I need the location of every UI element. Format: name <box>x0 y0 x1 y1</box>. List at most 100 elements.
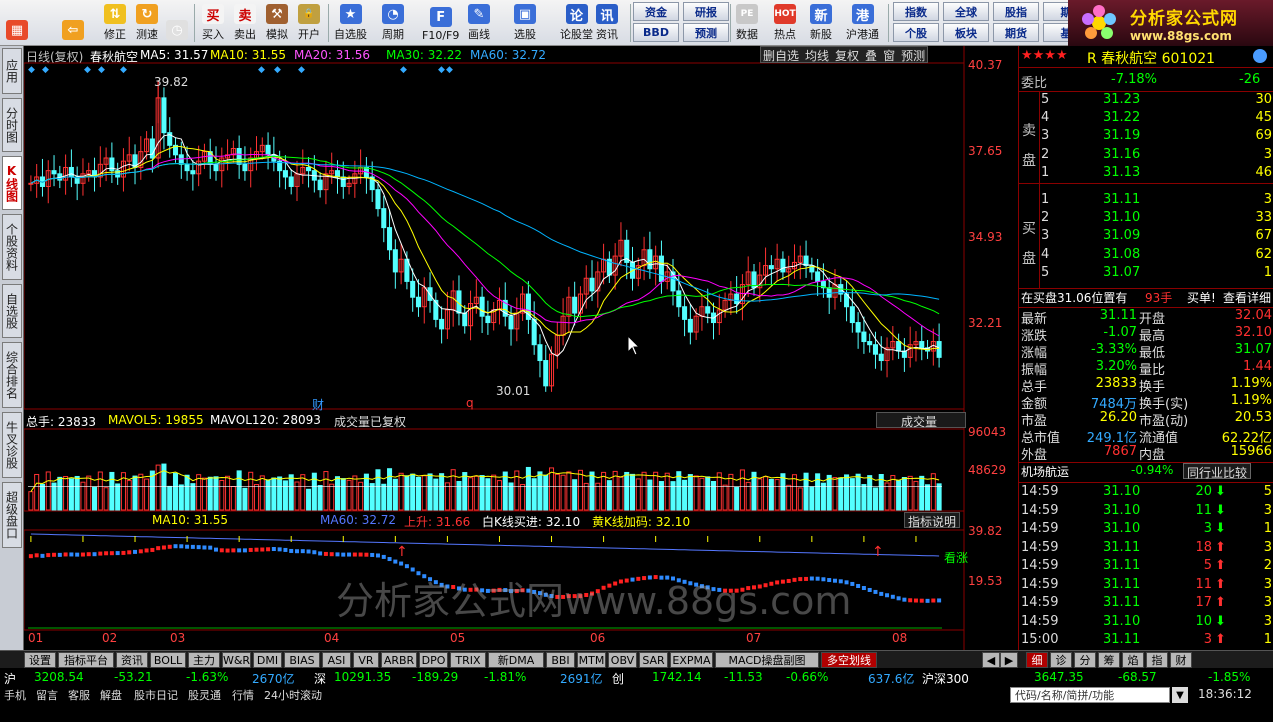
scroll-left-icon[interactable]: ◀ <box>982 652 1000 668</box>
quote-tab[interactable]: 诊 <box>1050 652 1072 668</box>
scroll-right-icon[interactable]: ▶ <box>1000 652 1018 668</box>
stock-button[interactable]: 个股 <box>893 23 939 42</box>
indicator-tab[interactable]: W&R <box>222 652 251 668</box>
indicator-tab[interactable]: ARBR <box>381 652 417 668</box>
bids-row[interactable]: 3 31.09 67 <box>1019 228 1273 246</box>
tab-apps[interactable]: 应用 <box>2 48 22 94</box>
info-circle-icon[interactable] <box>1253 49 1267 63</box>
new-stock-button[interactable]: 新新股 <box>810 2 832 44</box>
buy-button[interactable]: 买买入 <box>202 2 224 44</box>
indicator-tab[interactable]: 多空划线 <box>821 652 877 668</box>
tab-ranking[interactable]: 综合排名 <box>2 342 22 408</box>
bids-row[interactable]: 1 31.11 3 <box>1019 192 1273 210</box>
indicator-tab[interactable]: BBI <box>546 652 575 668</box>
sector-name[interactable]: 机场航运 <box>1021 463 1069 480</box>
hammer-button[interactable]: ⚒ 模拟 <box>266 2 288 44</box>
detail-link[interactable]: 查看详细 <box>1223 289 1271 306</box>
quote-tab[interactable]: 分 <box>1074 652 1096 668</box>
code-search-input[interactable]: 代码/名称/简拼/功能 <box>1010 687 1170 703</box>
asks-row[interactable]: 3 31.19 69 <box>1019 128 1273 146</box>
compare-button[interactable]: 同行业比较 <box>1183 463 1252 480</box>
indicator-tab[interactable]: EXPMA <box>670 652 713 668</box>
data-pe-button[interactable]: PE 数据 <box>736 2 758 44</box>
f10-button[interactable]: F F10/F9 <box>422 2 459 44</box>
windows-button[interactable]: ▦ <box>6 2 28 44</box>
status-link[interactable]: 解盘 <box>100 687 122 703</box>
status-link[interactable]: 手机 <box>4 687 26 703</box>
status-link[interactable]: 股市日记 <box>134 687 178 703</box>
remove-watchlist-button[interactable]: 删自选 <box>763 47 799 63</box>
adjust-button[interactable]: 复权 <box>835 47 859 63</box>
global-button[interactable]: 全球 <box>943 2 989 21</box>
asks-row[interactable]: 4 31.22 45 <box>1019 110 1273 128</box>
tab-diagnosis[interactable]: 牛叉诊股 <box>2 412 22 478</box>
quote-tab[interactable]: 筹 <box>1098 652 1120 668</box>
lock-button[interactable]: 🔒 开户 <box>298 2 320 44</box>
discuss-button[interactable]: 论论股堂 <box>560 2 593 44</box>
quote-tab[interactable]: 焰 <box>1122 652 1144 668</box>
indicator-tab[interactable]: TRIX <box>450 652 486 668</box>
predict-button[interactable]: 预测 <box>901 47 925 63</box>
q-marker[interactable]: q <box>466 396 474 410</box>
kline-chart-area[interactable]: ◆ ◆ ◆ ◆ ◆ ◆ ◆ ◆ ◆ ◆ ◆ ↑ ↑ 日线(复权) 春秋航空 MA5: 31.57 MA1… <box>24 46 1018 650</box>
indicator-tab[interactable]: 资讯 <box>116 652 148 668</box>
bids-row[interactable]: 4 31.08 62 <box>1019 247 1273 265</box>
research-button[interactable]: 研报 <box>683 2 729 21</box>
status-link[interactable]: 留言 <box>36 687 58 703</box>
index-button[interactable]: 指数 <box>893 2 939 21</box>
news-button[interactable]: 讯资讯 <box>596 2 618 44</box>
bids-row[interactable]: 5 31.07 1 <box>1019 265 1273 283</box>
tab-watchlist[interactable]: 自选股 <box>2 284 22 338</box>
forecast-button[interactable]: 预测 <box>683 23 729 42</box>
back-arrow-button[interactable]: ⇦ <box>62 2 84 44</box>
indicator-tab[interactable]: OBV <box>608 652 637 668</box>
hk-connect-button[interactable]: 港沪港通 <box>846 2 879 44</box>
period-clock-button[interactable]: ◔ 周期 <box>382 2 404 44</box>
quote-tab[interactable]: 财 <box>1170 652 1192 668</box>
indicator-tab[interactable]: MACD操盘副图 <box>715 652 819 668</box>
indicator-tab[interactable]: SAR <box>639 652 668 668</box>
ma-button[interactable]: 均线 <box>805 47 829 63</box>
screen-button[interactable]: ▣ 选股 <box>514 2 536 44</box>
bbd-button[interactable]: BBD <box>633 23 679 42</box>
quote-tab[interactable]: 指 <box>1146 652 1168 668</box>
indicator-tab[interactable]: 指标平台 <box>58 652 114 668</box>
index-futures-button[interactable]: 股指 <box>993 2 1039 21</box>
clock-button[interactable]: ◷ <box>166 2 188 44</box>
hot-button[interactable]: HOT 热点 <box>774 2 796 44</box>
indicator-dropdown[interactable]: 成交量 <box>876 412 966 429</box>
fund-button[interactable]: 资金 <box>633 2 679 21</box>
tab-kline[interactable]: K线图 <box>2 156 22 210</box>
indicator-tab[interactable]: 主力 <box>188 652 220 668</box>
indicator-explain-button[interactable]: 指标说明 <box>904 512 961 529</box>
overlay-button[interactable]: 叠 <box>865 47 877 63</box>
bids-row[interactable]: 2 31.10 33 <box>1019 210 1273 228</box>
indicator-tab[interactable]: 新DMA <box>488 652 544 668</box>
window-button[interactable]: 窗 <box>883 47 895 63</box>
tab-profile[interactable]: 个股资料 <box>2 214 22 280</box>
pen-button[interactable]: ✎ 画线 <box>468 2 490 44</box>
indicator-tab[interactable]: MTM <box>577 652 606 668</box>
star-folder-button[interactable]: ★ 自选股 <box>334 2 367 44</box>
quote-tab[interactable]: 细 <box>1026 652 1048 668</box>
status-link[interactable]: 24小时滚动 <box>264 687 322 703</box>
indicator-tab[interactable]: BIAS <box>284 652 320 668</box>
indicator-tab[interactable]: DPO <box>419 652 448 668</box>
indicator-tab[interactable]: BOLL <box>150 652 186 668</box>
asks-row[interactable]: 1 31.13 46 <box>1019 165 1273 183</box>
asks-row[interactable]: 2 31.16 3 <box>1019 147 1273 165</box>
sector-button[interactable]: 板块 <box>943 23 989 42</box>
tab-super-orderbook[interactable]: 超级盘口 <box>2 482 22 548</box>
indicator-tab[interactable]: ASI <box>322 652 351 668</box>
refresh-button[interactable]: ↻ 测速 <box>136 2 158 44</box>
indicator-tab[interactable]: 设置 <box>24 652 56 668</box>
search-dropdown-icon[interactable]: ▼ <box>1172 687 1188 703</box>
status-link[interactable]: 行情 <box>232 687 254 703</box>
sell-button[interactable]: 卖卖出 <box>234 2 256 44</box>
asks-row[interactable]: 5 31.23 30 <box>1019 92 1273 110</box>
status-link[interactable]: 客服 <box>68 687 90 703</box>
status-link[interactable]: 股灵通 <box>188 687 221 703</box>
indicator-tab[interactable]: DMI <box>253 652 282 668</box>
finance-marker[interactable]: 财 <box>312 396 324 413</box>
futures-button[interactable]: 期货 <box>993 23 1039 42</box>
